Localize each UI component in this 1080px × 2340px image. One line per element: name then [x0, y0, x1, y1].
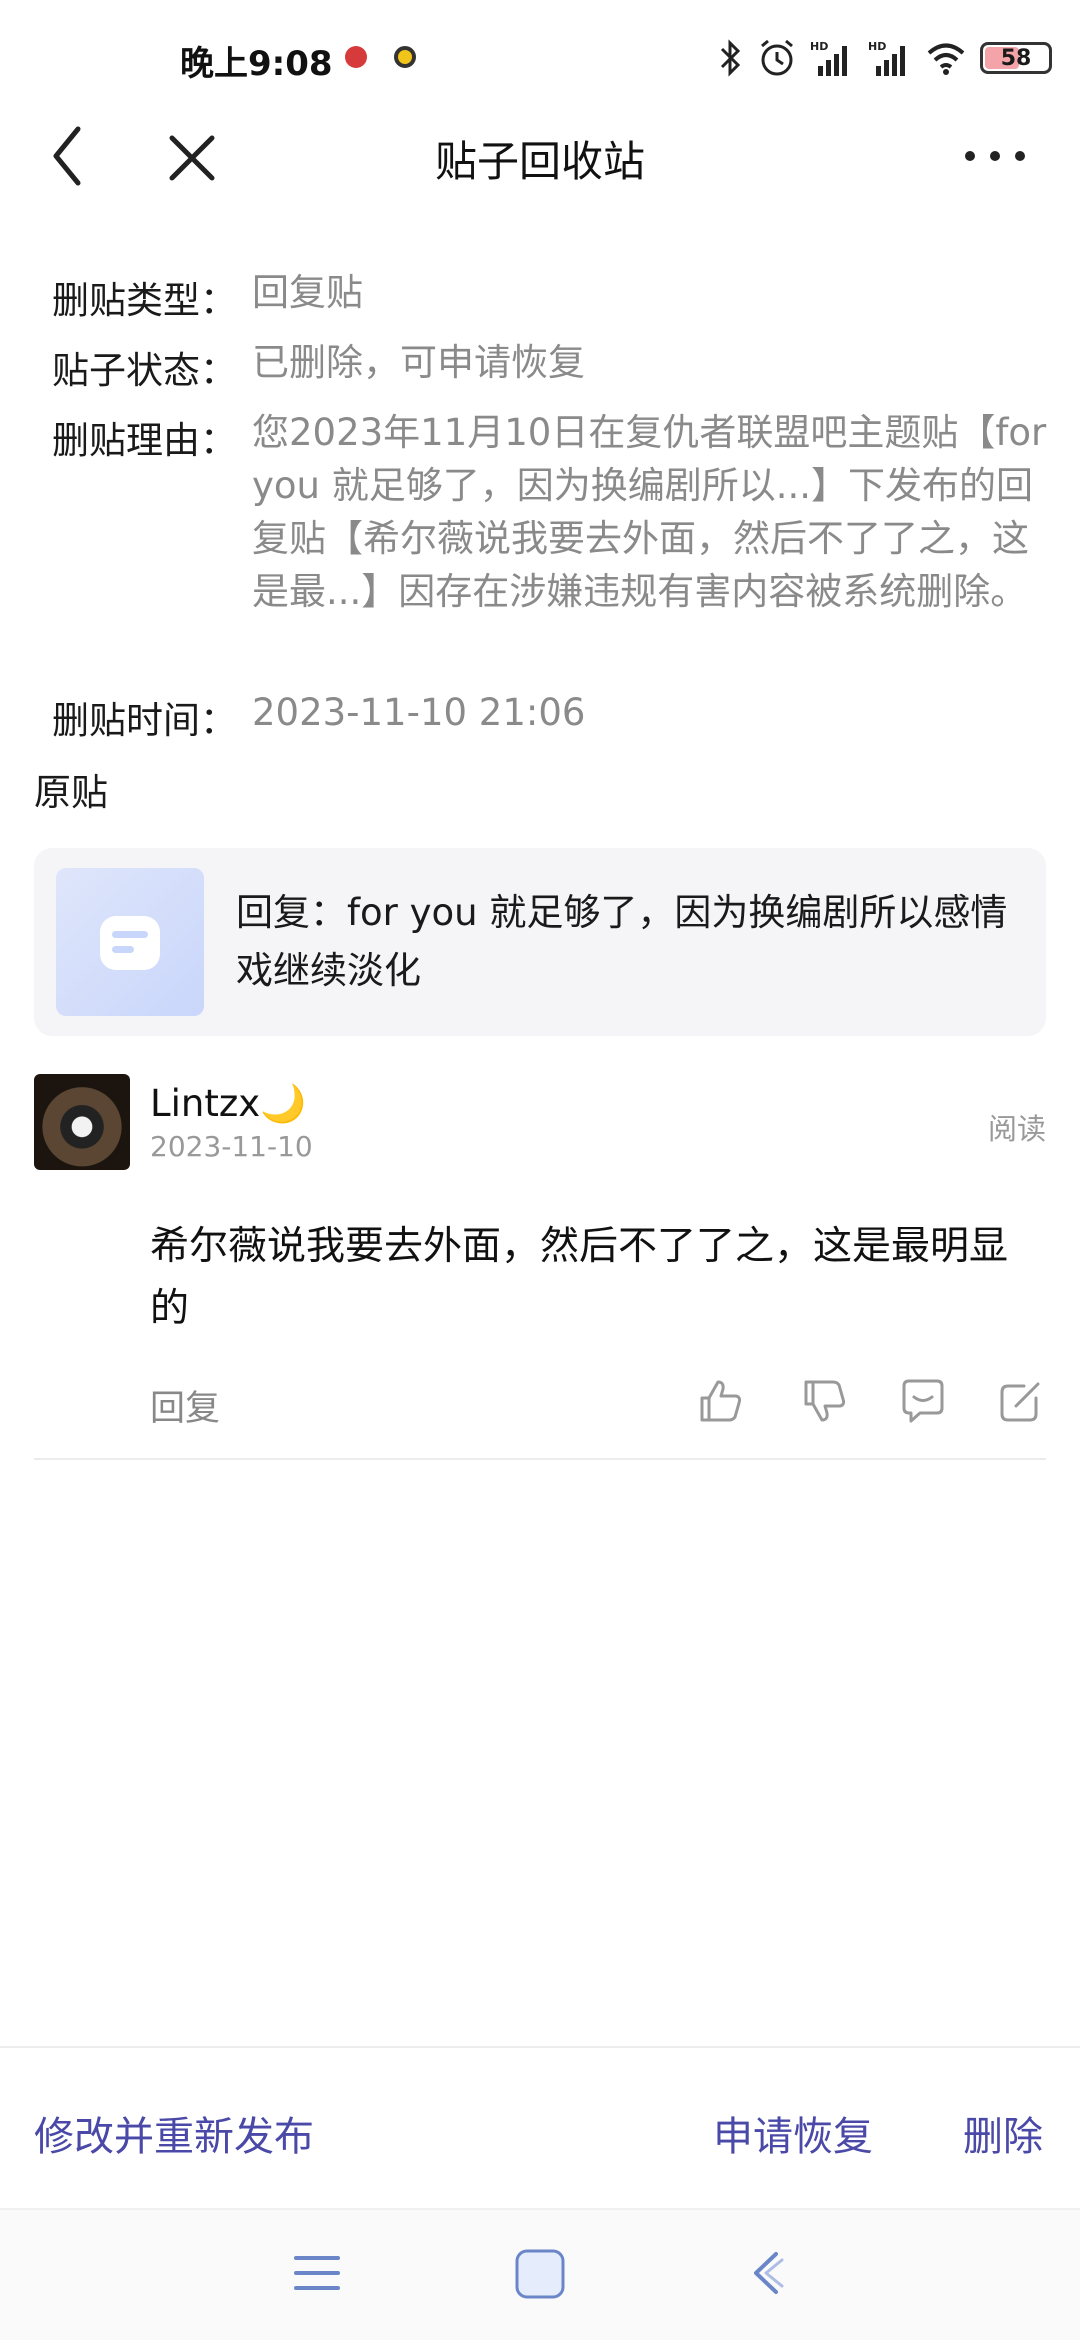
- signal-hd-icon: HD: [868, 40, 905, 76]
- delete-time-label: 删贴时间：: [52, 699, 237, 742]
- notification-dot-yellow-icon: [394, 46, 416, 68]
- home-icon[interactable]: [514, 2248, 566, 2300]
- system-nav-bar: [0, 2210, 1080, 2340]
- delete-time-value: 2023-11-10 21:06: [252, 691, 586, 734]
- page-title: 贴子回收站: [434, 137, 645, 186]
- svg-text:HD: HD: [810, 40, 828, 53]
- delete-button[interactable]: 删除: [963, 2104, 1043, 2162]
- username[interactable]: Lintzx🌙: [150, 1082, 306, 1126]
- original-post-card[interactable]: 回复：for you 就足够了，因为换编剧所以感情戏继续淡化: [34, 848, 1046, 1036]
- edit-icon[interactable]: [996, 1376, 1046, 1426]
- post-status-label: 贴子状态：: [52, 349, 237, 392]
- status-time: 晚上9:08: [180, 44, 333, 84]
- original-post-text: 回复：for you 就足够了，因为换编剧所以感情戏继续淡化: [236, 891, 1008, 992]
- signal-hd-icon: HD: [810, 40, 847, 76]
- post-thumbnail: [56, 868, 204, 1016]
- original-post-title: 原贴: [34, 771, 108, 814]
- status-icons: HD HD 58: [718, 36, 1052, 80]
- thumbnail-line: [112, 931, 148, 938]
- wifi-icon: [927, 43, 965, 75]
- svg-text:HD: HD: [868, 40, 886, 53]
- notification-dot-red-icon: [345, 46, 367, 68]
- menu-icon[interactable]: [292, 2248, 342, 2298]
- delete-type-value: 回复贴: [252, 271, 363, 314]
- edit-republish-button[interactable]: 修改并重新发布: [34, 2104, 314, 2162]
- post-status-value: 已删除，可申请恢复: [252, 341, 585, 384]
- battery-percent: 58: [1000, 45, 1032, 71]
- back-nav-icon[interactable]: [746, 2248, 786, 2298]
- read-link[interactable]: 阅读: [988, 1106, 1046, 1148]
- reply-content: 希尔薇说我要去外面，然后不了了之，这是最明显的: [150, 1224, 1009, 1331]
- delete-reason-value: 您2023年11月10日在复仇者联盟吧主题贴【for you 就足够了，因为换编…: [252, 411, 1047, 613]
- delete-type-label: 删贴类型：: [52, 279, 237, 322]
- avatar[interactable]: [34, 1074, 130, 1170]
- thumbnail-line: [112, 946, 134, 953]
- thumbs-up-icon[interactable]: [696, 1376, 746, 1426]
- request-restore-button[interactable]: 申请恢复: [713, 2104, 873, 2162]
- battery-icon: 58: [980, 42, 1052, 74]
- status-bar: 晚上9:08 HD HD 58: [0, 0, 1080, 120]
- reply-button[interactable]: 回复: [150, 1380, 220, 1431]
- post-thumbnail-icon: [100, 916, 160, 970]
- divider: [34, 1458, 1046, 1460]
- bluetooth-icon: [720, 39, 741, 77]
- comment-icon[interactable]: [898, 1376, 948, 1426]
- post-date: 2023-11-10: [150, 1130, 313, 1163]
- delete-reason-label: 删贴理由：: [52, 419, 237, 462]
- thumbs-down-icon[interactable]: [800, 1376, 850, 1426]
- alarm-icon: [761, 39, 793, 76]
